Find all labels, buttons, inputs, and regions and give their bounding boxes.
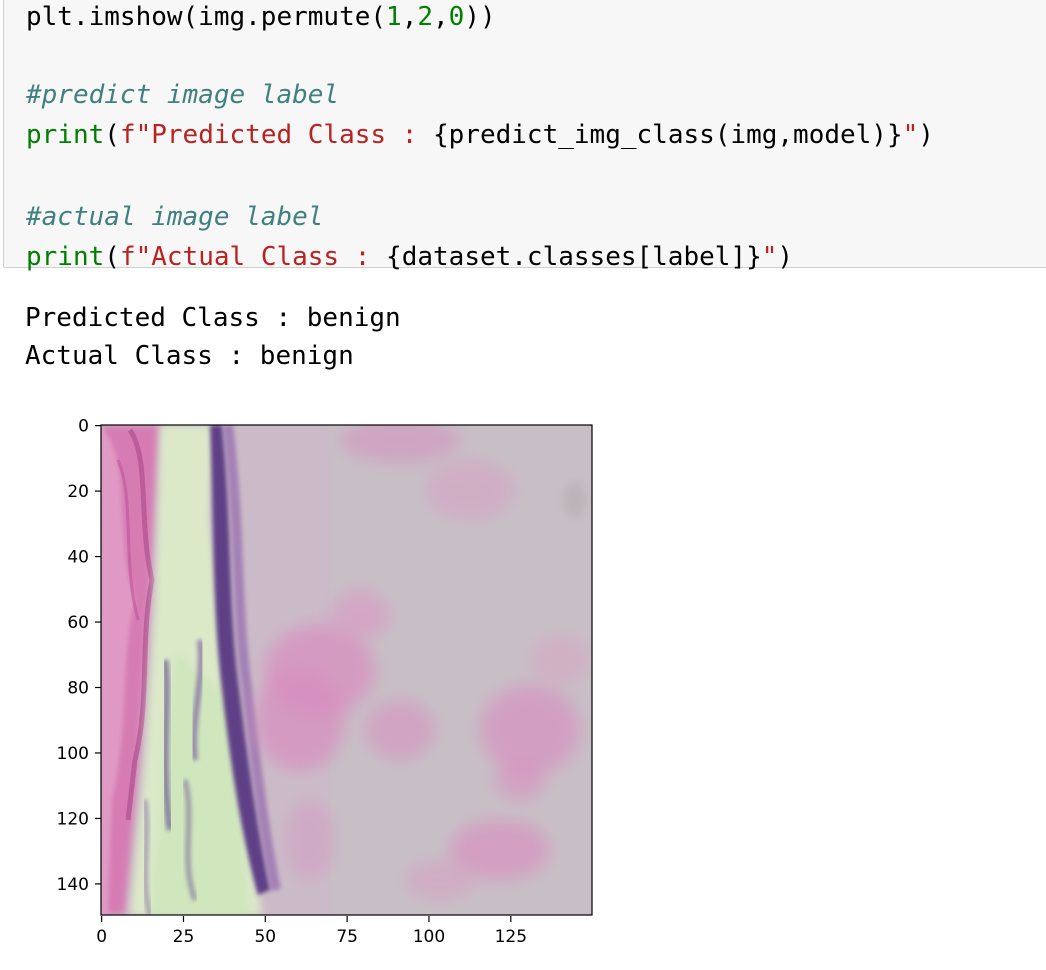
code-token: 2 xyxy=(417,2,433,32)
code-token: print xyxy=(26,120,105,150)
imshow-plot: 0 20 40 60 80 100 120 140 0 25 50 75 100 125 xyxy=(0,400,620,970)
code-line: plt.imshow(img.permute(1,2,0)) xyxy=(26,1,496,33)
code-token: )) xyxy=(464,2,496,32)
code-token: " xyxy=(761,242,778,272)
x-tick-label: 75 xyxy=(336,927,358,947)
plot-figure: 0 20 40 60 80 100 120 140 0 25 50 75 100 125 xyxy=(57,417,593,947)
code-token: ) xyxy=(918,120,934,150)
code-token: ( xyxy=(104,242,120,272)
code-token: {dataset.classes[label]} xyxy=(386,242,762,272)
y-tick-label: 100 xyxy=(57,744,89,764)
code-token: , xyxy=(433,2,449,32)
x-tick-label: 25 xyxy=(173,927,195,947)
y-tick-label: 0 xyxy=(78,417,89,437)
y-tick-label: 80 xyxy=(67,679,89,699)
y-axis: 0 20 40 60 80 100 120 140 xyxy=(57,417,101,895)
tissue-image xyxy=(101,425,592,915)
output-actual-line: Actual Class : benign xyxy=(25,341,354,371)
code-token: #predict image label xyxy=(26,80,340,110)
x-tick-label: 125 xyxy=(495,927,527,947)
code-token: print xyxy=(26,242,105,272)
code-token: {predict_img_class(img,model)} xyxy=(433,120,903,150)
y-tick-label: 60 xyxy=(67,613,89,633)
y-tick-label: 140 xyxy=(57,875,89,895)
y-tick-label: 40 xyxy=(67,548,89,568)
code-cell[interactable]: plt.imshow(img.permute(1,2,0)) #predict i… xyxy=(3,0,1046,272)
code-token: f"Predicted Class : xyxy=(119,120,434,150)
code-line: print(f"Predicted Class : {predict_img_c… xyxy=(26,119,934,151)
y-tick-label: 20 xyxy=(67,482,89,502)
code-token: " xyxy=(902,120,919,150)
x-tick-label: 50 xyxy=(254,927,276,947)
code-token: #actual image label xyxy=(26,202,324,232)
code-token: plt.imshow(img.permute( xyxy=(26,2,387,32)
code-token: 1 xyxy=(386,2,402,32)
code-token: , xyxy=(401,2,418,32)
code-line: #predict image label xyxy=(26,79,339,111)
code-token: f"Actual Class : xyxy=(119,242,387,272)
y-tick-label: 120 xyxy=(57,809,89,829)
code-token: ) xyxy=(777,242,794,272)
x-tick-label: 100 xyxy=(413,927,445,947)
x-axis: 0 25 50 75 100 125 xyxy=(96,916,527,947)
code-line: print(f"Actual Class : {dataset.classes[… xyxy=(26,241,793,273)
output-predicted-line: Predicted Class : benign xyxy=(25,303,401,333)
x-tick-label: 0 xyxy=(96,927,107,947)
code-token: ( xyxy=(104,120,120,150)
code-token: 0 xyxy=(448,2,465,32)
code-line: #actual image label xyxy=(26,201,323,233)
